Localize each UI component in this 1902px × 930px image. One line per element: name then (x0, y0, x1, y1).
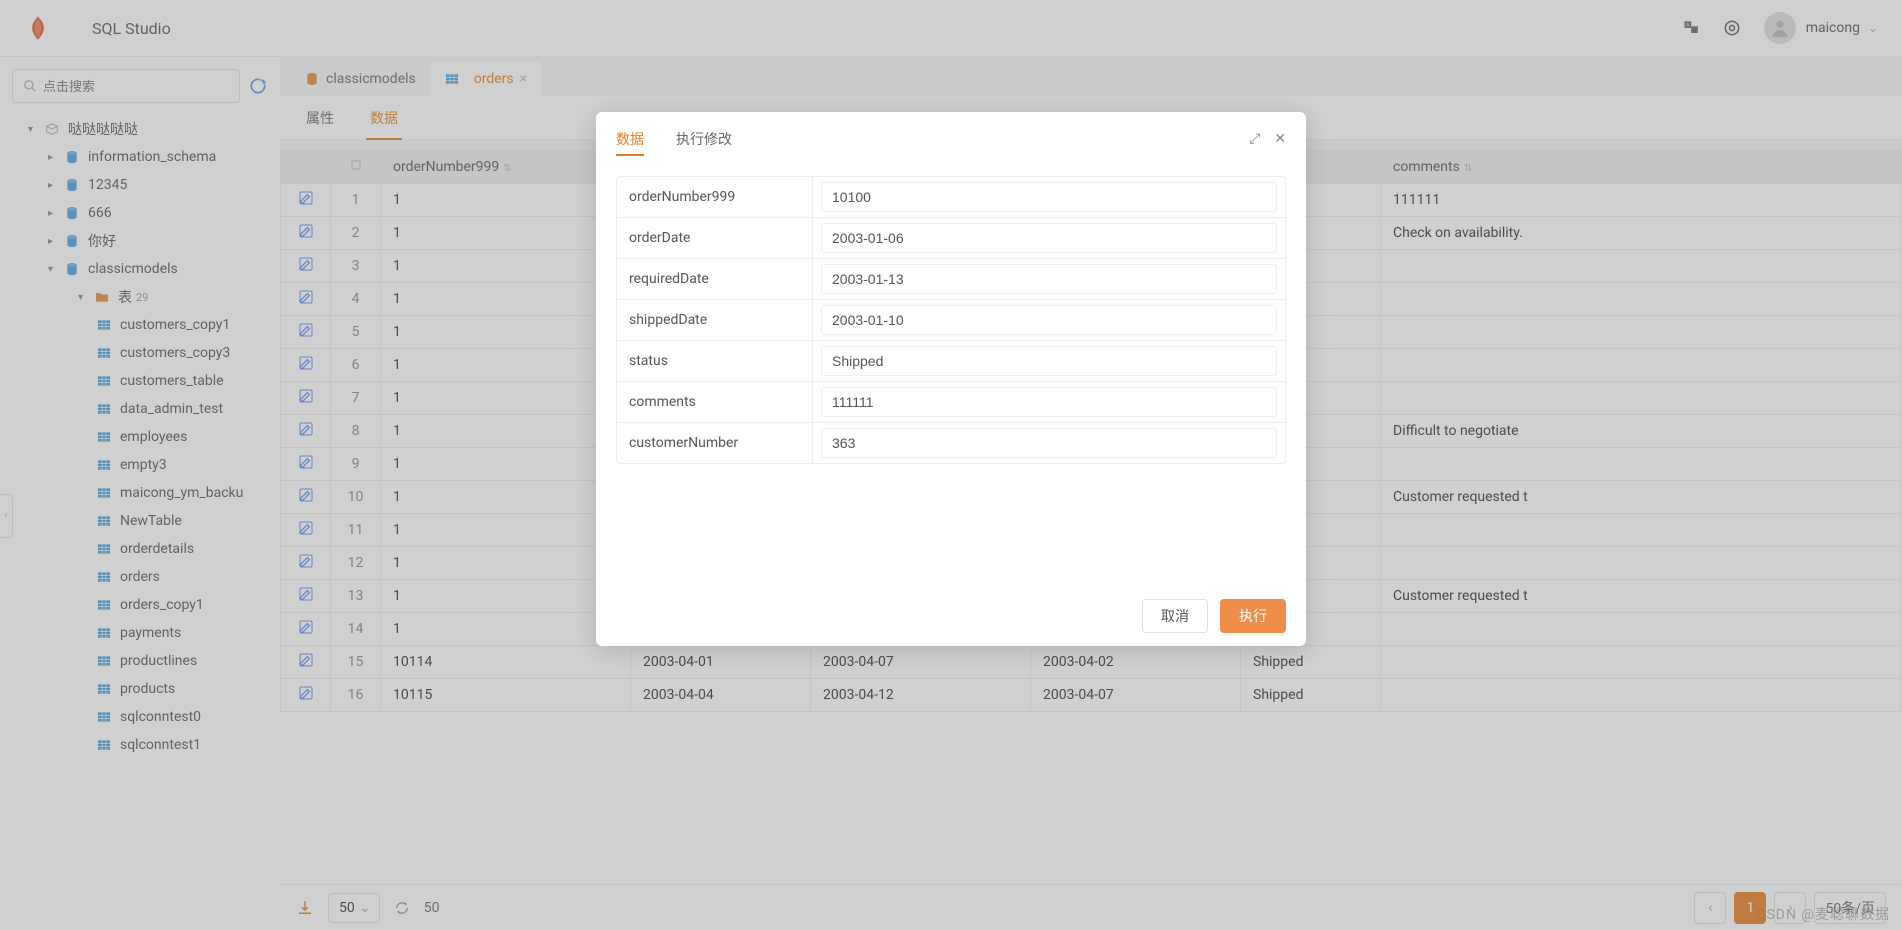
form-row: comments (617, 382, 1285, 423)
form-label: comments (617, 382, 813, 422)
form-input[interactable] (821, 428, 1277, 458)
form-row: customerNumber (617, 423, 1285, 463)
form-label: orderDate (617, 218, 813, 258)
form-label: orderNumber999 (617, 177, 813, 217)
form-row: status (617, 341, 1285, 382)
form-row: orderDate (617, 218, 1285, 259)
form-input[interactable] (821, 182, 1277, 212)
form-input[interactable] (821, 346, 1277, 376)
expand-icon[interactable]: ⤢ (1249, 131, 1260, 147)
form-input[interactable] (821, 387, 1277, 417)
form-row: shippedDate (617, 300, 1285, 341)
close-icon[interactable]: ✕ (1274, 131, 1286, 147)
modal-overlay: 数据 执行修改 ⤢ ✕ orderNumber999orderDaterequi… (0, 0, 1902, 930)
form-label: status (617, 341, 813, 381)
form-label: requiredDate (617, 259, 813, 299)
form-label: customerNumber (617, 423, 813, 463)
submit-button[interactable]: 执行 (1220, 599, 1286, 633)
form-row: requiredDate (617, 259, 1285, 300)
form-row: orderNumber999 (617, 177, 1285, 218)
edit-modal: 数据 执行修改 ⤢ ✕ orderNumber999orderDaterequi… (596, 112, 1306, 646)
form-input[interactable] (821, 305, 1277, 335)
form-input[interactable] (821, 223, 1277, 253)
modal-tab-exec[interactable]: 执行修改 (676, 112, 732, 166)
cancel-button[interactable]: 取消 (1142, 599, 1208, 633)
form-label: shippedDate (617, 300, 813, 340)
watermark: CSDN @麦聪聊数据 (1756, 904, 1890, 924)
form-input[interactable] (821, 264, 1277, 294)
modal-tab-data[interactable]: 数据 (616, 112, 644, 166)
